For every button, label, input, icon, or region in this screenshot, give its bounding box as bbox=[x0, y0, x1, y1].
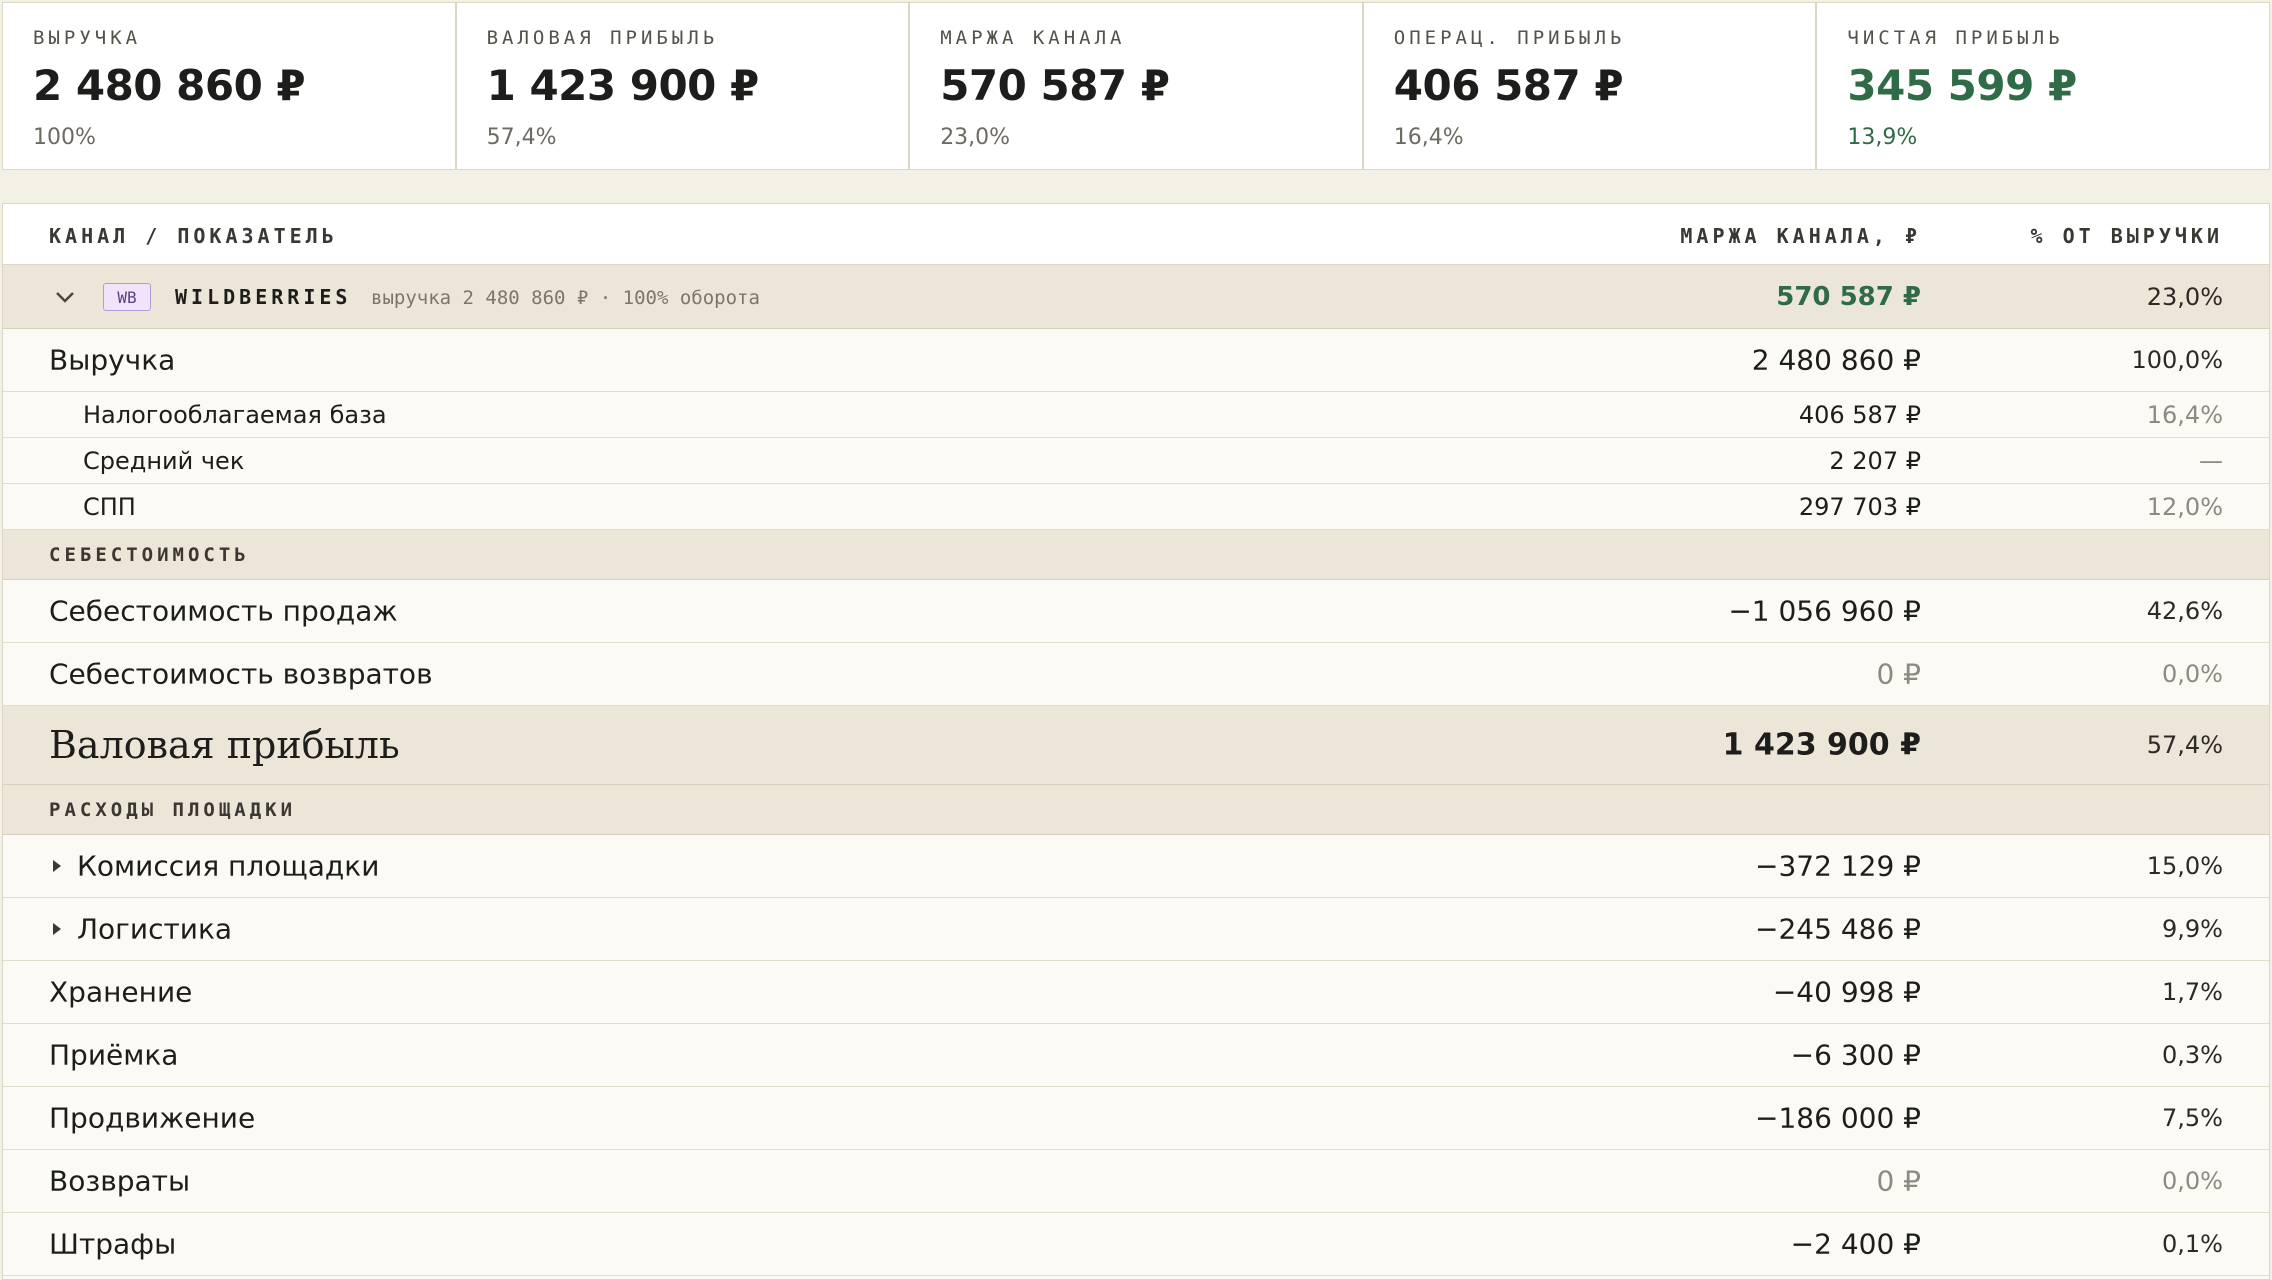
kpi-label: ЧИСТАЯ ПРИБЫЛЬ bbox=[1847, 27, 2064, 49]
kpi-label: ОПЕРАЦ. ПРИБЫЛЬ bbox=[1393, 27, 1626, 49]
table-row: Выручка 2 480 860 ₽ 100,0% bbox=[3, 329, 2269, 392]
row-label: Себестоимость продаж bbox=[49, 594, 398, 628]
chevron-down-icon[interactable] bbox=[53, 285, 77, 309]
channel-badge: WB bbox=[103, 283, 151, 311]
row-value: 1 423 900 ₽ bbox=[1722, 727, 1921, 763]
caret-right-icon[interactable] bbox=[51, 921, 63, 937]
row-percent: 1,7% bbox=[2162, 978, 2223, 1006]
row-value: 406 587 ₽ bbox=[1798, 400, 1921, 429]
kpi-card-channel-margin: МАРЖА КАНАЛА 570 587 ₽ 23,0% bbox=[910, 3, 1364, 169]
caret-right-icon[interactable] bbox=[51, 858, 63, 874]
section-header-marketplace: РАСХОДЫ ПЛОЩАДКИ bbox=[3, 785, 2269, 835]
table-subrow: Средний чек 2 207 ₽ — bbox=[3, 438, 2269, 484]
row-value: 2 480 860 ₽ bbox=[1751, 343, 1921, 377]
channel-name: WILDBERRIES bbox=[175, 285, 352, 309]
row-label: Продвижение bbox=[49, 1101, 256, 1135]
table-row: Приёмка −6 300 ₽ 0,3% bbox=[3, 1024, 2269, 1087]
row-percent: 0,0% bbox=[2162, 660, 2223, 688]
kpi-value: 2 480 860 ₽ bbox=[33, 61, 306, 110]
row-value: −245 486 ₽ bbox=[1755, 912, 1921, 946]
section-title: РАСХОДЫ ПЛОЩАДКИ bbox=[49, 798, 297, 821]
kpi-percent: 100% bbox=[33, 125, 96, 150]
kpi-card-operating-profit: ОПЕРАЦ. ПРИБЫЛЬ 406 587 ₽ 16,4% bbox=[1364, 3, 1818, 169]
table-row: Себестоимость продаж −1 056 960 ₽ 42,6% bbox=[3, 580, 2269, 643]
row-label: Возвраты bbox=[49, 1164, 191, 1198]
row-value: −1 056 960 ₽ bbox=[1728, 594, 1921, 628]
kpi-card-gross-profit: ВАЛОВАЯ ПРИБЫЛЬ 1 423 900 ₽ 57,4% bbox=[457, 3, 911, 169]
row-value: 0 ₽ bbox=[1876, 1164, 1921, 1198]
table-subrow: СПП 297 703 ₽ 12,0% bbox=[3, 484, 2269, 530]
row-percent: 100,0% bbox=[2131, 346, 2223, 374]
row-label: Себестоимость возвратов bbox=[49, 657, 433, 691]
channel-margin-percent: 23,0% bbox=[2146, 282, 2223, 311]
row-percent: 12,0% bbox=[2146, 492, 2223, 521]
channel-margin-value: 570 587 ₽ bbox=[1776, 281, 1921, 312]
column-header-margin: МАРЖА КАНАЛА, ₽ bbox=[1680, 224, 1921, 248]
row-percent: 16,4% bbox=[2146, 400, 2223, 429]
section-header-cost: СЕБЕСТОИМОСТЬ bbox=[3, 530, 2269, 580]
kpi-bar: ВЫРУЧКА 2 480 860 ₽ 100% ВАЛОВАЯ ПРИБЫЛЬ… bbox=[2, 2, 2270, 170]
section-title: СЕБЕСТОИМОСТЬ bbox=[49, 543, 250, 566]
row-value: −40 998 ₽ bbox=[1772, 975, 1921, 1009]
row-label: Хранение bbox=[49, 975, 193, 1009]
channel-row-wildberries[interactable]: WB WILDBERRIES выручка 2 480 860 ₽ · 100… bbox=[3, 265, 2269, 329]
row-percent: 57,4% bbox=[2146, 731, 2223, 759]
row-value: −2 400 ₽ bbox=[1790, 1227, 1921, 1261]
row-value: 0 ₽ bbox=[1876, 657, 1921, 691]
row-label: Комиссия площадки bbox=[77, 849, 380, 883]
row-label: Приёмка bbox=[49, 1038, 179, 1072]
kpi-card-revenue: ВЫРУЧКА 2 480 860 ₽ 100% bbox=[3, 3, 457, 169]
row-label: Средний чек bbox=[83, 446, 245, 475]
gross-profit-row: Валовая прибыль 1 423 900 ₽ 57,4% bbox=[3, 706, 2269, 785]
row-percent: 9,9% bbox=[2162, 915, 2223, 943]
row-label: Налогооблагаемая база bbox=[83, 400, 387, 429]
pnl-table: КАНАЛ / ПОКАЗАТЕЛЬ МАРЖА КАНАЛА, ₽ % ОТ … bbox=[2, 203, 2270, 1280]
row-percent: 0,1% bbox=[2162, 1230, 2223, 1258]
channel-summary: выручка 2 480 860 ₽ · 100% оборота bbox=[371, 287, 760, 309]
kpi-label: ВАЛОВАЯ ПРИБЫЛЬ bbox=[486, 27, 719, 49]
kpi-label: МАРЖА КАНАЛА bbox=[940, 27, 1126, 49]
row-value: −186 000 ₽ bbox=[1755, 1101, 1921, 1135]
column-header-percent: % ОТ ВЫРУЧКИ bbox=[2030, 224, 2223, 248]
kpi-card-net-profit: ЧИСТАЯ ПРИБЫЛЬ 345 599 ₽ 13,9% bbox=[1817, 3, 2269, 169]
row-label: СПП bbox=[83, 492, 136, 521]
row-value: −6 300 ₽ bbox=[1790, 1038, 1921, 1072]
row-value: 297 703 ₽ bbox=[1798, 492, 1921, 521]
table-row-expandable[interactable]: Логистика −245 486 ₽ 9,9% bbox=[3, 898, 2269, 961]
kpi-percent: 57,4% bbox=[486, 125, 557, 150]
row-percent: 0,3% bbox=[2162, 1041, 2223, 1069]
kpi-percent: 13,9% bbox=[1847, 125, 1918, 150]
kpi-label: ВЫРУЧКА bbox=[33, 27, 142, 49]
table-row: Штрафы −2 400 ₽ 0,1% bbox=[3, 1213, 2269, 1276]
row-label: Штрафы bbox=[49, 1227, 177, 1261]
table-row: Себестоимость возвратов 0 ₽ 0,0% bbox=[3, 643, 2269, 706]
kpi-percent: 23,0% bbox=[940, 125, 1011, 150]
column-header-channel: КАНАЛ / ПОКАЗАТЕЛЬ bbox=[49, 224, 338, 248]
row-percent: 7,5% bbox=[2162, 1104, 2223, 1132]
table-row: Возвраты 0 ₽ 0,0% bbox=[3, 1150, 2269, 1213]
row-percent: 0,0% bbox=[2162, 1167, 2223, 1195]
kpi-value: 406 587 ₽ bbox=[1393, 61, 1624, 110]
row-label: Логистика bbox=[77, 912, 233, 946]
row-label: Валовая прибыль bbox=[49, 723, 400, 767]
table-header: КАНАЛ / ПОКАЗАТЕЛЬ МАРЖА КАНАЛА, ₽ % ОТ … bbox=[3, 204, 2269, 265]
table-subrow: Налогооблагаемая база 406 587 ₽ 16,4% bbox=[3, 392, 2269, 438]
table-row-expandable[interactable]: Комиссия площадки −372 129 ₽ 15,0% bbox=[3, 835, 2269, 898]
row-value: −372 129 ₽ bbox=[1755, 849, 1921, 883]
kpi-value: 570 587 ₽ bbox=[940, 61, 1170, 110]
kpi-value: 345 599 ₽ bbox=[1847, 61, 2077, 110]
table-row: Хранение −40 998 ₽ 1,7% bbox=[3, 961, 2269, 1024]
row-percent: 42,6% bbox=[2146, 597, 2223, 625]
kpi-percent: 16,4% bbox=[1393, 125, 1464, 150]
kpi-value: 1 423 900 ₽ bbox=[486, 61, 760, 110]
table-row: Продвижение −186 000 ₽ 7,5% bbox=[3, 1087, 2269, 1150]
row-label: Выручка bbox=[49, 343, 176, 377]
row-percent: 15,0% bbox=[2146, 852, 2223, 880]
row-value: 2 207 ₽ bbox=[1829, 446, 1921, 475]
row-percent: — bbox=[2199, 446, 2223, 475]
